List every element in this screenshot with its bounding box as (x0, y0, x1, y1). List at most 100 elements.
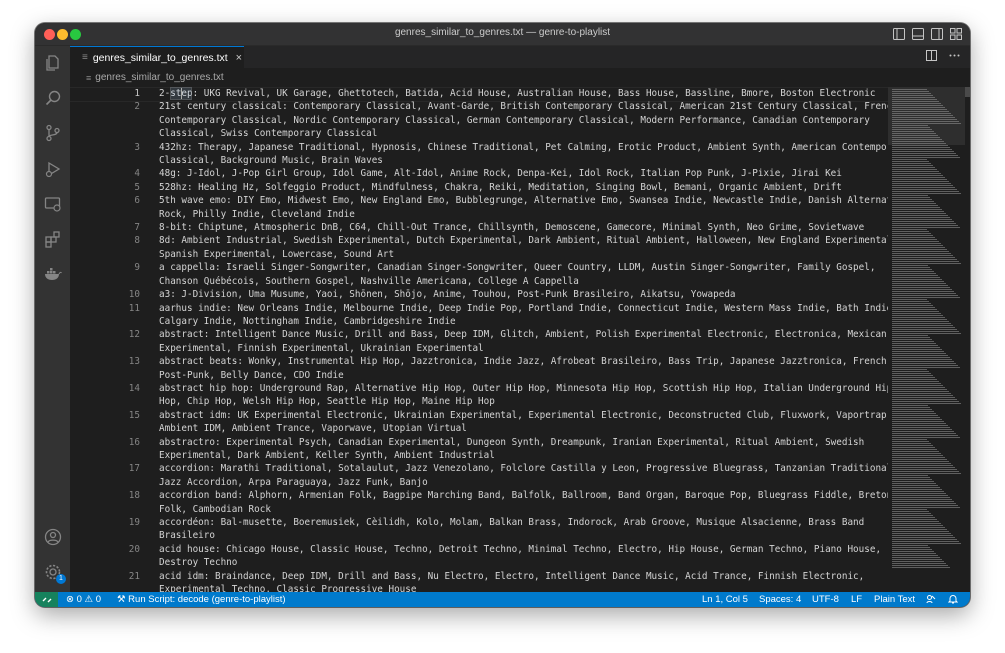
minimap-line (892, 415, 938, 416)
remote-explorer-icon[interactable] (42, 193, 63, 214)
customize-layout-icon[interactable] (950, 27, 962, 40)
minimap-line (892, 547, 930, 548)
minimap-line (892, 371, 929, 372)
minimap-line (892, 127, 930, 128)
account-icon[interactable] (42, 526, 63, 547)
editor-line[interactable]: 10 a3: J-Division, Uma Musume, Yaoi, Shōn… (70, 288, 918, 301)
split-editor-icon[interactable] (926, 50, 937, 64)
minimap-line (892, 181, 949, 182)
source-control-icon[interactable] (42, 122, 63, 143)
text-editor[interactable]: 1 2-step: UKG Revival, UK Garage, Ghettot… (70, 87, 918, 592)
minimap-line (892, 373, 931, 374)
cursor-position[interactable]: Ln 1, Col 5 (702, 594, 748, 605)
minimap-line (892, 261, 959, 262)
editor-line[interactable]: 13 abstract beats: Wonky, Instrumental Hi… (70, 355, 918, 382)
extensions-icon[interactable] (42, 228, 63, 249)
editor-line[interactable]: 4 48g: J-Idol, J-Pop Girl Group, Idol Gam… (70, 167, 918, 180)
editor-line[interactable]: 16 abstractro: Experimental Psych, Canadi… (70, 436, 918, 463)
docker-icon[interactable] (42, 263, 63, 284)
language-mode[interactable]: Plain Text (874, 594, 915, 605)
bell-icon[interactable] (947, 594, 959, 607)
feedback-icon[interactable] (926, 594, 936, 607)
minimap-line (892, 275, 938, 276)
minimap-line (892, 297, 960, 298)
minimap-line (892, 463, 951, 464)
minimap-line (892, 387, 945, 388)
editor-line[interactable]: 5 528hz: Healing Hz, Solfeggio Product, M… (70, 181, 918, 194)
encoding[interactable]: UTF-8 (812, 594, 839, 605)
minimap-line (892, 391, 949, 392)
editor-line[interactable]: 21 acid idm: Braindance, Deep IDM, Drill … (70, 570, 918, 592)
line-number: 16 (128, 436, 140, 448)
minimap-line (892, 289, 952, 290)
editor-line[interactable]: 20 acid house: Chicago House, Classic Hou… (70, 543, 918, 570)
indentation[interactable]: Spaces: 4 (759, 594, 801, 605)
toggle-secondary-sidebar-icon[interactable] (931, 27, 943, 40)
minimap-line (892, 555, 938, 556)
editor-line[interactable]: 1 2-step: UKG Revival, UK Garage, Ghettot… (70, 87, 918, 103)
minimap-line (892, 279, 942, 280)
minimap-line (892, 437, 960, 438)
toggle-primary-sidebar-icon[interactable] (893, 27, 905, 40)
editor-line[interactable]: 12 abstract: Intelligent Dance Music, Dri… (70, 328, 918, 355)
editor-line[interactable]: 11 aarhus indie: New Orleans Indie, Melbo… (70, 302, 918, 329)
minimap-line (892, 219, 952, 220)
tab-genres-similar[interactable]: ≡ genres_similar_to_genres.txt × (70, 46, 244, 68)
minimap-line (892, 205, 938, 206)
run-debug-icon[interactable] (42, 158, 63, 179)
search-icon[interactable] (42, 87, 63, 108)
editor-line[interactable]: 17 accordion: Marathi Traditional, Sotala… (70, 462, 918, 489)
minimap-line (892, 425, 948, 426)
minimap-line (892, 379, 937, 380)
minimap-line (892, 191, 959, 192)
run-script-button[interactable]: ⚒ Run Script: decode (genre-to-playlist) (117, 594, 286, 605)
more-actions-icon[interactable] (949, 50, 960, 64)
minimap-line (892, 217, 950, 218)
minimap-line (892, 561, 944, 562)
scrollbar-thumb[interactable] (965, 87, 970, 97)
minimap-line (892, 435, 958, 436)
minimap-line (892, 313, 941, 314)
minimap-line (892, 179, 947, 180)
close-tab-icon[interactable]: × (236, 52, 242, 64)
editor-line[interactable]: 8 8d: Ambient Industrial, Swedish Experim… (70, 234, 918, 261)
editor-line[interactable]: 18 accordion band: Alphorn, Armenian Folk… (70, 489, 918, 516)
files-icon[interactable] (42, 52, 63, 73)
editor-line[interactable]: 14 abstract hip hop: Underground Rap, Alt… (70, 382, 918, 409)
toggle-panel-icon[interactable] (912, 27, 924, 40)
warning-count: 0 (95, 594, 102, 605)
minimap-line (892, 359, 952, 360)
minimap-line (892, 255, 953, 256)
editor-line[interactable]: 2 21st century classical: Contemporary Cl… (70, 100, 918, 140)
remote-icon[interactable] (35, 592, 58, 607)
minimap-line (892, 537, 955, 538)
settings-gear-icon[interactable]: 1 (42, 561, 66, 584)
minimap-line (892, 159, 927, 160)
vertical-scrollbar[interactable] (965, 87, 970, 592)
minimap-line (892, 351, 944, 352)
editor-line[interactable]: 7 8-bit: Chiptune, Atmospheric DnB, C64, … (70, 221, 918, 234)
minimap-line (892, 347, 940, 348)
minimap-line (892, 141, 944, 142)
line-number: 7 (134, 222, 140, 234)
minimap-line (892, 511, 929, 512)
minimap-line (892, 499, 952, 500)
breadcrumb-file[interactable]: genres_similar_to_genres.txt (95, 72, 223, 83)
editor-line[interactable]: 3 432hz: Therapy, Japanese Traditional, H… (70, 141, 918, 168)
line-text: acid house: Chicago House, Classic House… (159, 543, 887, 569)
line-number: 12 (128, 329, 140, 341)
problems-indicator[interactable]: ⊗ 0 ⚠ 0 (66, 594, 101, 605)
minimap-line (892, 223, 956, 224)
minimap-line (892, 167, 935, 168)
minimap-line (892, 295, 958, 296)
end-of-line[interactable]: LF (851, 594, 862, 605)
minimap-line (892, 195, 928, 196)
minimap[interactable] (888, 87, 965, 592)
editor-line[interactable]: 19 accordéon: Bal-musette, Boeremusiek, C… (70, 516, 918, 543)
editor-line[interactable]: 15 abstract idm: UK Experimental Electron… (70, 409, 918, 436)
line-number: 18 (128, 490, 140, 502)
editor-line[interactable]: 9 a cappella: Israeli Singer-Songwriter, … (70, 261, 918, 288)
editor-line[interactable]: 6 5th wave emo: DIY Emo, Midwest Emo, New… (70, 194, 918, 221)
line-number: 17 (128, 463, 140, 475)
line-text: abstract hip hop: Underground Rap, Alter… (159, 382, 893, 408)
